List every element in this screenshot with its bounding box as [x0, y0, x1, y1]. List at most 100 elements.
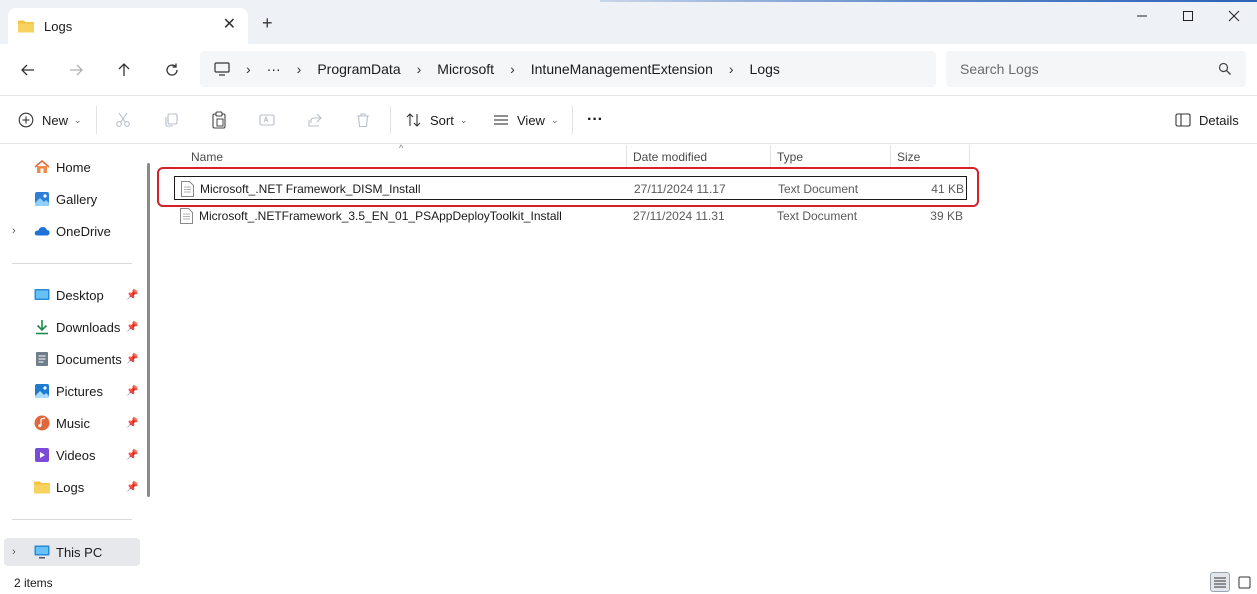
- column-divider[interactable]: [969, 145, 970, 169]
- sidebar-item-label: Logs: [56, 479, 85, 495]
- plus-circle-icon: [18, 112, 34, 128]
- file-name: Microsoft_.NET Framework_DISM_Install: [200, 182, 421, 196]
- text-file-icon: [181, 181, 194, 197]
- breadcrumb-overflow[interactable]: ···: [267, 61, 281, 77]
- column-header-size[interactable]: Size: [897, 145, 920, 169]
- up-button[interactable]: [112, 58, 136, 82]
- file-date: 27/11/2024 11.31: [633, 209, 725, 223]
- sidebar-item-desktop[interactable]: Desktop 📌: [0, 282, 140, 308]
- copy-icon[interactable]: [160, 109, 182, 131]
- this-pc-icon[interactable]: [214, 62, 230, 76]
- sort-icon: [406, 112, 422, 128]
- divider: [572, 106, 573, 134]
- column-header-type[interactable]: Type: [777, 145, 803, 169]
- maximize-button[interactable]: [1176, 8, 1200, 28]
- column-header-name[interactable]: Name: [191, 145, 223, 169]
- videos-icon: [34, 447, 50, 463]
- sidebar-item-onedrive[interactable]: › OneDrive: [0, 218, 140, 244]
- close-window-button[interactable]: [1222, 8, 1246, 28]
- divider: [96, 106, 97, 134]
- sidebar-item-pictures[interactable]: Pictures 📌: [0, 378, 140, 404]
- chevron-down-icon: ⌄: [550, 114, 559, 125]
- file-size: 41 KB: [931, 182, 964, 196]
- details-button[interactable]: Details: [1175, 108, 1239, 132]
- sidebar-item-documents[interactable]: Documents 📌: [0, 346, 140, 372]
- sidebar-item-label: This PC: [56, 544, 103, 560]
- cut-icon[interactable]: [112, 109, 134, 131]
- breadcrumb-separator-icon[interactable]: ›: [417, 61, 422, 77]
- close-tab-icon[interactable]: ✕: [223, 17, 236, 33]
- breadcrumb-item-intunemanagementextension[interactable]: IntuneManagementExtension: [531, 61, 713, 77]
- breadcrumb-separator-icon[interactable]: ›: [246, 61, 251, 77]
- file-size: 39 KB: [930, 209, 963, 223]
- file-list: ^ Name Date modified Type Size Microsoft…: [157, 143, 1257, 570]
- sidebar-item-logs[interactable]: Logs 📌: [0, 474, 140, 500]
- breadcrumb-separator-icon[interactable]: ›: [729, 61, 734, 77]
- sidebar-item-gallery[interactable]: Gallery: [0, 186, 140, 212]
- sidebar-item-label: OneDrive: [56, 223, 111, 239]
- breadcrumb-item-microsoft[interactable]: Microsoft: [437, 61, 494, 77]
- pin-icon[interactable]: 📌: [126, 354, 138, 365]
- minimize-button[interactable]: [1130, 8, 1154, 28]
- back-button[interactable]: [16, 58, 40, 82]
- music-icon: [34, 415, 50, 431]
- title-bar: Logs ✕ +: [0, 0, 1257, 44]
- table-row[interactable]: Microsoft_.NET Framework_DISM_Install 27…: [174, 176, 967, 200]
- sort-button[interactable]: Sort ⌄: [406, 108, 467, 132]
- breadcrumb[interactable]: › ··· › ProgramData › Microsoft › Intune…: [200, 51, 936, 87]
- sidebar-item-label: Documents: [56, 351, 122, 367]
- pin-icon[interactable]: 📌: [126, 322, 138, 333]
- desktop-icon: [34, 287, 50, 303]
- forward-button[interactable]: [64, 58, 88, 82]
- folder-icon: [34, 479, 50, 495]
- sidebar-item-videos[interactable]: Videos 📌: [0, 442, 140, 468]
- share-icon[interactable]: [304, 109, 326, 131]
- tab-logs[interactable]: Logs ✕: [8, 8, 248, 44]
- status-bar: 2 items: [0, 570, 1257, 594]
- sidebar-scrollbar[interactable]: [147, 163, 150, 497]
- breadcrumb-item-programdata[interactable]: ProgramData: [317, 61, 400, 77]
- search-icon[interactable]: [1218, 62, 1232, 79]
- file-type: Text Document: [777, 209, 858, 223]
- breadcrumb-separator-icon[interactable]: ›: [297, 61, 302, 77]
- rename-icon[interactable]: [256, 109, 278, 131]
- sidebar-item-downloads[interactable]: Downloads 📌: [0, 314, 140, 340]
- details-label: Details: [1199, 112, 1239, 128]
- search-input[interactable]: [960, 61, 1210, 77]
- address-bar: › ··· › ProgramData › Microsoft › Intune…: [0, 44, 1257, 96]
- column-divider[interactable]: [626, 145, 627, 169]
- sidebar-item-label: Desktop: [56, 287, 104, 303]
- column-header-date-modified[interactable]: Date modified: [633, 145, 707, 169]
- tiles-view-button[interactable]: [1234, 572, 1254, 592]
- sidebar-item-this-pc[interactable]: › This PC: [4, 538, 140, 566]
- sidebar-item-label: Videos: [56, 447, 96, 463]
- refresh-button[interactable]: [160, 58, 184, 82]
- chevron-right-icon[interactable]: ›: [12, 225, 16, 237]
- sidebar-divider: [12, 519, 132, 520]
- new-tab-button[interactable]: +: [262, 14, 273, 32]
- sidebar-item-home[interactable]: Home: [0, 154, 140, 180]
- pin-icon[interactable]: 📌: [126, 290, 138, 301]
- details-view-button[interactable]: [1210, 572, 1230, 592]
- paste-icon[interactable]: [208, 109, 230, 131]
- downloads-icon: [34, 319, 50, 335]
- table-row[interactable]: Microsoft_.NETFramework_3.5_EN_01_PSAppD…: [174, 204, 967, 228]
- view-label: View: [517, 112, 545, 128]
- new-button[interactable]: New ⌄: [18, 108, 82, 132]
- sidebar-item-music[interactable]: Music 📌: [0, 410, 140, 436]
- pin-icon[interactable]: 📌: [126, 450, 138, 461]
- column-divider[interactable]: [770, 145, 771, 169]
- pin-icon[interactable]: 📌: [126, 482, 138, 493]
- chevron-right-icon[interactable]: ›: [12, 546, 16, 558]
- column-divider[interactable]: [890, 145, 891, 169]
- pin-icon[interactable]: 📌: [126, 418, 138, 429]
- search-box[interactable]: [946, 51, 1246, 87]
- delete-icon[interactable]: [352, 109, 374, 131]
- pin-icon[interactable]: 📌: [126, 386, 138, 397]
- breadcrumb-item-logs[interactable]: Logs: [750, 61, 780, 77]
- view-button[interactable]: View ⌄: [493, 108, 559, 132]
- home-icon: [34, 159, 50, 175]
- text-file-icon: [180, 208, 193, 224]
- more-options-button[interactable]: ···: [587, 108, 603, 132]
- breadcrumb-separator-icon[interactable]: ›: [510, 61, 515, 77]
